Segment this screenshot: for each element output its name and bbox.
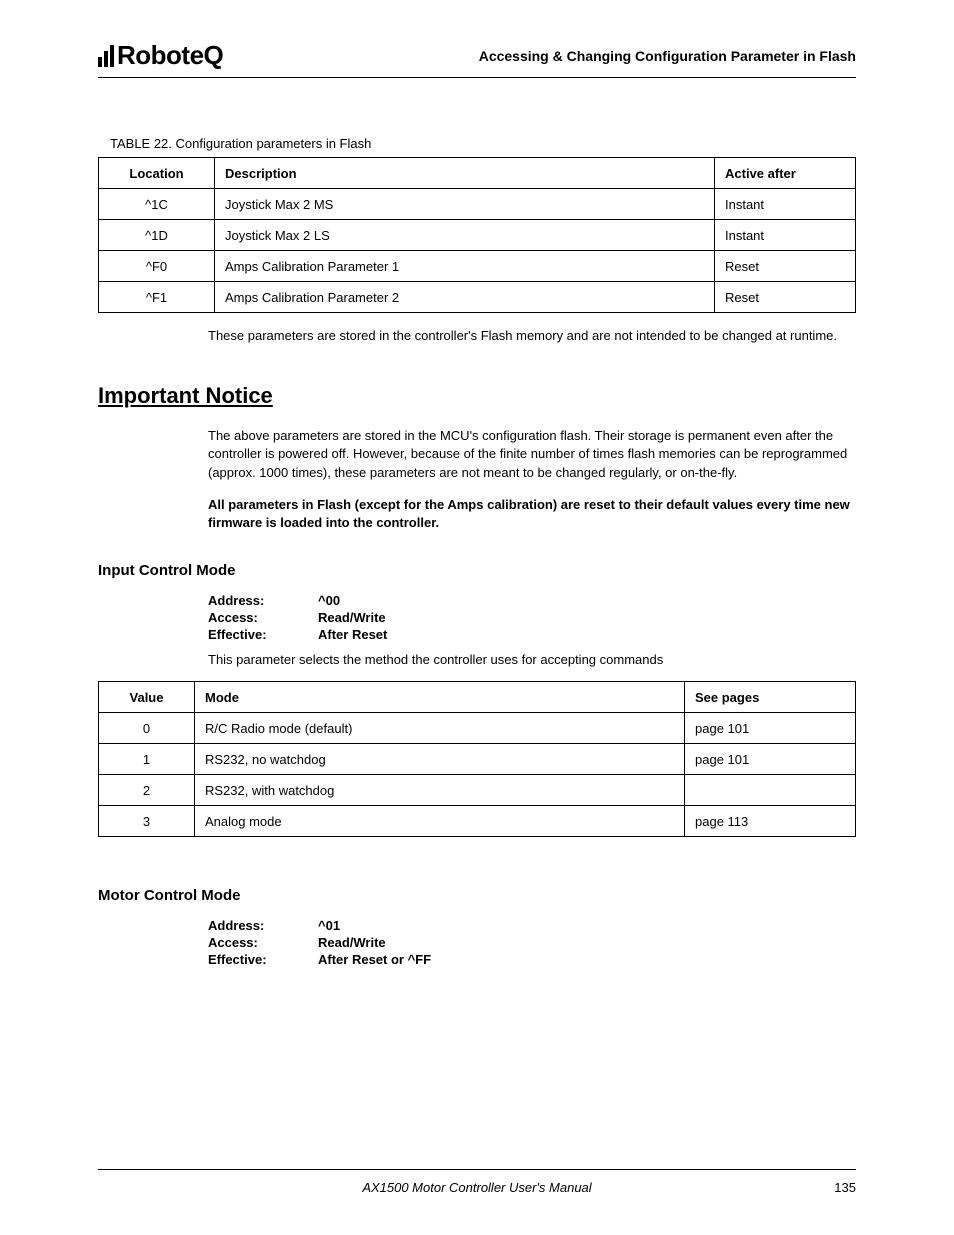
page-footer: AX1500 Motor Controller User's Manual 13… [98,1169,856,1195]
table-row: 3 Analog mode page 113 [99,806,856,837]
input-mode-table: Value Mode See pages 0 R/C Radio mode (d… [98,681,856,837]
input-mode-desc: This parameter selects the method the co… [208,652,856,667]
table-row: ^F0 Amps Calibration Parameter 1 Reset [99,251,856,282]
cell-location: ^1C [99,189,215,220]
footer-title: AX1500 Motor Controller User's Manual [362,1180,591,1195]
table-row: 0 R/C Radio mode (default) page 101 [99,713,856,744]
access-value: Read/Write [318,935,386,950]
cell-value: 1 [99,744,195,775]
cell-mode: R/C Radio mode (default) [195,713,685,744]
cell-mode: Analog mode [195,806,685,837]
cell-value: 3 [99,806,195,837]
cell-see: page 113 [685,806,856,837]
effective-label: Effective: [208,952,318,967]
cell-description: Amps Calibration Parameter 2 [215,282,715,313]
table-row: ^1C Joystick Max 2 MS Instant [99,189,856,220]
address-label: Address: [208,593,318,608]
access-label: Access: [208,610,318,625]
th-location: Location [99,158,215,189]
input-mode-params: Address: ^00 Access: Read/Write Effectiv… [208,593,856,667]
access-value: Read/Write [318,610,386,625]
cell-value: 0 [99,713,195,744]
table-row: 1 RS232, no watchdog page 101 [99,744,856,775]
table-caption: TABLE 22. Configuration parameters in Fl… [110,136,856,151]
cell-description: Joystick Max 2 MS [215,189,715,220]
notice-para: The above parameters are stored in the M… [208,427,856,482]
address-value: ^00 [318,593,340,608]
table-row: ^F1 Amps Calibration Parameter 2 Reset [99,282,856,313]
important-notice-heading: Important Notice [98,383,856,409]
effective-label: Effective: [208,627,318,642]
logo-bars-icon [98,45,114,67]
caption-prefix: TABLE 22. [110,136,176,151]
cell-description: Joystick Max 2 LS [215,220,715,251]
address-value: ^01 [318,918,340,933]
motor-mode-params: Address: ^01 Access: Read/Write Effectiv… [208,918,856,967]
cell-active: Reset [715,282,856,313]
th-value: Value [99,682,195,713]
logo: RoboteQ [98,40,223,71]
cell-location: ^F1 [99,282,215,313]
cell-active: Instant [715,220,856,251]
notice-bold: All parameters in Flash (except for the … [208,496,856,532]
table-row: 2 RS232, with watchdog [99,775,856,806]
cell-location: ^1D [99,220,215,251]
th-active: Active after [715,158,856,189]
access-label: Access: [208,935,318,950]
header-title: Accessing & Changing Configuration Param… [479,48,856,64]
th-see: See pages [685,682,856,713]
cell-active: Instant [715,189,856,220]
cell-mode: RS232, no watchdog [195,744,685,775]
cell-active: Reset [715,251,856,282]
para-flash-storage: These parameters are stored in the contr… [208,327,856,345]
th-mode: Mode [195,682,685,713]
effective-value: After Reset or ^FF [318,952,431,967]
cell-see [685,775,856,806]
cell-value: 2 [99,775,195,806]
motor-control-mode-heading: Motor Control Mode [98,887,856,904]
address-label: Address: [208,918,318,933]
th-description: Description [215,158,715,189]
logo-text: RoboteQ [117,40,223,71]
table-row: ^1D Joystick Max 2 LS Instant [99,220,856,251]
page-header: RoboteQ Accessing & Changing Configurati… [98,40,856,78]
input-control-mode-heading: Input Control Mode [98,562,856,579]
cell-location: ^F0 [99,251,215,282]
config-params-table: Location Description Active after ^1C Jo… [98,157,856,313]
cell-description: Amps Calibration Parameter 1 [215,251,715,282]
cell-see: page 101 [685,744,856,775]
caption-text: Configuration parameters in Flash [176,136,372,151]
effective-value: After Reset [318,627,387,642]
cell-mode: RS232, with watchdog [195,775,685,806]
table-header-row: Value Mode See pages [99,682,856,713]
table-header-row: Location Description Active after [99,158,856,189]
cell-see: page 101 [685,713,856,744]
footer-page-number: 135 [834,1180,856,1195]
